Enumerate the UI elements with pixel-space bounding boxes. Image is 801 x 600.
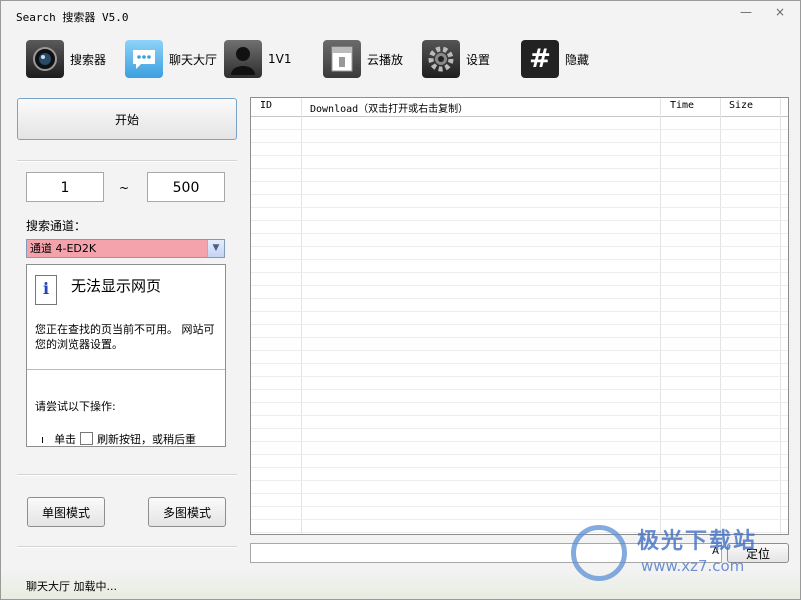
table-row [251,532,788,533]
column-header-size[interactable]: Size [729,100,753,111]
toolbar-label: 1V1 [268,52,292,66]
table-row [251,129,788,130]
embedded-browser[interactable]: i 无法显示网页 您正在查找的页当前不可用。 网站可 您的浏览器设置。 请尝试以… [26,264,226,447]
multi-image-mode-button[interactable]: 多图模式 [148,497,226,527]
toolbar-item-1v1[interactable]: 1V1 [224,39,291,79]
chevron-down-icon[interactable]: ▼ [207,240,224,257]
table-row [251,207,788,208]
cloud-play-icon [323,40,361,78]
range-separator: ~ [119,181,130,195]
toolbar-item-searcher[interactable]: 搜索器 [26,39,106,79]
table-row [251,272,788,273]
toolbar-label: 云播放 [367,52,404,67]
table-row [251,493,788,494]
divider [17,474,237,476]
divider [27,369,225,370]
suggestion-prefix: 单击 [54,433,77,446]
column-header-time[interactable]: Time [670,100,694,111]
table-row [251,298,788,299]
table-row [251,506,788,507]
divider [17,546,237,548]
table-row [251,233,788,234]
single-image-mode-button[interactable]: 单图模式 [27,497,105,527]
status-text: 聊天大厅 加载中... [26,580,117,593]
app-window: Search 搜索器 V5.0 — × 搜索器 聊天大厅 1V1 云播放 设置 … [0,0,801,600]
table-row [251,246,788,247]
table-row [251,363,788,364]
locate-button[interactable]: 定位 [727,543,789,563]
camera-icon [26,40,64,78]
suggestion-suffix: 刷新按钮，或稍后重 [97,433,197,446]
table-row [251,259,788,260]
column-divider [720,98,721,534]
column-divider [660,98,661,534]
table-row [251,142,788,143]
toolbar-label: 设置 [466,52,491,67]
table-row [251,181,788,182]
table-row [251,311,788,312]
start-button[interactable]: 开始 [17,98,237,140]
range-to-input[interactable]: 500 [147,172,225,202]
refresh-icon [80,432,94,445]
status-bar: 聊天大厅 加载中... [1,570,800,599]
toolbar-item-chat-hall[interactable]: 聊天大厅 [125,39,217,79]
error-message-line: 您的浏览器设置。 [35,338,123,351]
channel-select[interactable]: 通道 4-ED2K ▼ [26,239,225,258]
error-message: 您正在查找的页当前不可用。 网站可 您的浏览器设置。 [35,322,215,352]
toolbar-item-hide[interactable]: # 隐藏 [521,39,589,79]
chat-icon [125,40,163,78]
toolbar-label: 搜索器 [70,52,107,67]
user-icon [224,40,262,78]
table-row [251,519,788,520]
range-from-input[interactable]: 1 [26,172,104,202]
error-suggestion-item: ı 单击 刷新按钮，或稍后重 [41,431,197,446]
table-row [251,285,788,286]
divider [17,160,237,162]
column-divider [780,98,781,534]
table-row [251,428,788,429]
table-row [251,194,788,195]
toolbar-item-settings[interactable]: 设置 [422,39,490,79]
column-divider [301,98,302,534]
hash-icon: # [521,40,559,78]
table-row [251,220,788,221]
toolbar-label: 聊天大厅 [169,52,218,67]
table-row [251,324,788,325]
column-header-id[interactable]: ID [260,100,272,111]
bullet: ı [41,433,45,446]
channel-value: 通道 4-ED2K [30,242,97,255]
table-row [251,441,788,442]
table-row [251,155,788,156]
close-button[interactable]: × [769,5,791,21]
table-row [251,454,788,455]
error-title: 无法显示网页 [71,277,162,295]
table-row [251,389,788,390]
info-icon: i [35,275,57,305]
table-row [251,480,788,481]
channel-label: 搜索通道： [26,219,87,233]
table-row [251,415,788,416]
table-row [251,337,788,338]
error-suggestion-heading: 请尝试以下操作: [35,400,116,413]
column-header-download[interactable]: Download（双击打开或右击复制） [310,100,468,115]
table-header: ID Download（双击打开或右击复制） Time Size [251,98,788,117]
table-row [251,168,788,169]
gear-icon [422,40,460,78]
toolbar-label: 隐藏 [565,52,590,67]
minimize-button[interactable]: — [735,5,757,21]
title-bar: Search 搜索器 V5.0 — × [1,1,800,29]
table-row [251,350,788,351]
results-table[interactable]: ID Download（双击打开或右击复制） Time Size [250,97,789,535]
table-row [251,376,788,377]
window-title: Search 搜索器 V5.0 [16,11,129,24]
table-row [251,402,788,403]
input-suffix: A [712,546,719,557]
locate-input[interactable]: A [250,543,722,563]
error-message-line: 您正在查找的页当前不可用。 网站可 [35,323,215,336]
table-row [251,467,788,468]
toolbar-item-cloud-play[interactable]: 云播放 [323,39,403,79]
